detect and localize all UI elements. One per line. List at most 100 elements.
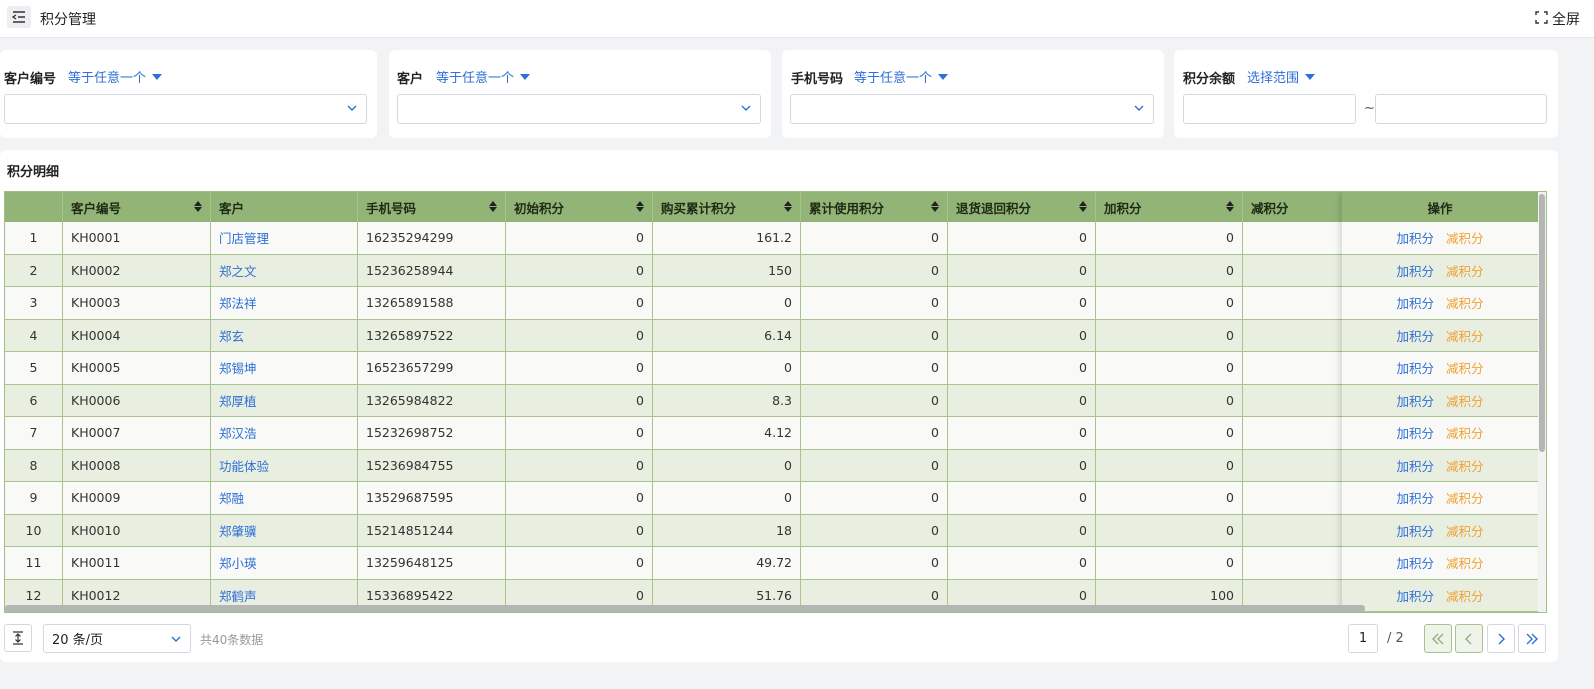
- subtract-points-link[interactable]: 减积分: [1446, 456, 1484, 475]
- fullscreen-button[interactable]: 全屏: [1535, 9, 1580, 29]
- subtract-points-link[interactable]: 减积分: [1446, 293, 1484, 312]
- balance-max-input[interactable]: [1375, 94, 1547, 124]
- actions-row: 加积分 减积分: [1342, 352, 1539, 385]
- cell-purchase-points: 18: [653, 514, 801, 547]
- sort-icon[interactable]: [1226, 201, 1234, 212]
- customer-code-select[interactable]: [4, 94, 367, 124]
- add-points-link[interactable]: 加积分: [1396, 358, 1434, 377]
- customer-link[interactable]: 郑法祥: [211, 287, 358, 320]
- actions-row: 加积分 减积分: [1342, 514, 1539, 547]
- add-points-link[interactable]: 加积分: [1396, 228, 1434, 247]
- column-header-initial-points[interactable]: 初始积分: [506, 192, 653, 225]
- customer-link[interactable]: 郑小瑛: [211, 547, 358, 580]
- cell-return-points: 0: [948, 352, 1096, 385]
- sort-icon[interactable]: [784, 201, 792, 212]
- column-header-customer-code[interactable]: 客户编号: [63, 192, 211, 225]
- sort-icon[interactable]: [931, 201, 939, 212]
- customer-link[interactable]: 功能体验: [211, 449, 358, 482]
- expand-toggle-button[interactable]: [4, 624, 32, 652]
- vertical-scrollbar[interactable]: [1539, 194, 1545, 452]
- cell-add-points: 0: [1096, 254, 1243, 287]
- customer-link[interactable]: 郑肇骥: [211, 514, 358, 547]
- column-header-label: 手机号码: [366, 201, 417, 217]
- customer-link[interactable]: 门店管理: [211, 222, 358, 255]
- sort-icon[interactable]: [194, 201, 202, 212]
- subtract-points-link[interactable]: 减积分: [1446, 488, 1484, 507]
- cell-phone: 13265891588: [358, 287, 506, 320]
- cell-return-points: 0: [948, 319, 1096, 352]
- chevron-down-icon: [1134, 105, 1144, 111]
- caret-down-icon: [152, 73, 163, 80]
- menu-fold-icon[interactable]: [7, 6, 31, 28]
- column-header-add-points[interactable]: 加积分: [1096, 192, 1243, 225]
- expand-icon: [13, 631, 23, 645]
- current-page-input[interactable]: 1: [1348, 624, 1378, 653]
- next-page-icon: [1498, 633, 1505, 644]
- actions-row: 加积分 减积分: [1342, 384, 1539, 417]
- table-row: 1 KH0001 门店管理 16235294299 0 161.2 0 0 0: [5, 222, 1391, 255]
- filter-operator-dropdown[interactable]: 等于任意一个: [854, 67, 949, 86]
- cell-customer-code: KH0007: [63, 417, 211, 450]
- subtract-points-link[interactable]: 减积分: [1446, 553, 1484, 572]
- add-points-link[interactable]: 加积分: [1396, 456, 1434, 475]
- filter-operator-label: 等于任意一个: [436, 71, 515, 86]
- filter-operator-dropdown[interactable]: 选择范围: [1247, 67, 1316, 86]
- customer-link[interactable]: 郑汉浩: [211, 417, 358, 450]
- add-points-link[interactable]: 加积分: [1396, 553, 1434, 572]
- filter-operator-dropdown[interactable]: 等于任意一个: [436, 67, 531, 86]
- add-points-link[interactable]: 加积分: [1396, 391, 1434, 410]
- add-points-link[interactable]: 加积分: [1396, 261, 1434, 280]
- column-header-used-points[interactable]: 累计使用积分: [801, 192, 948, 225]
- column-header-purchase-points[interactable]: 购买累计积分: [653, 192, 801, 225]
- add-points-link[interactable]: 加积分: [1396, 521, 1434, 540]
- page-size-select[interactable]: 20 条/页: [43, 624, 191, 653]
- horizontal-scrollbar[interactable]: [5, 605, 1365, 612]
- balance-min-input[interactable]: [1183, 94, 1356, 124]
- subtract-points-link[interactable]: 减积分: [1446, 423, 1484, 442]
- subtract-points-link[interactable]: 减积分: [1446, 261, 1484, 280]
- customer-link[interactable]: 郑玄: [211, 319, 358, 352]
- actions-column: 操作 加积分 减积分 加积分 减积分 加积分 减积分 加积分 减积分 加积分 减积分 加积分 减积分加…: [1342, 192, 1539, 612]
- cell-used-points: 0: [801, 514, 948, 547]
- add-points-link[interactable]: 加积分: [1396, 293, 1434, 312]
- subtract-points-link[interactable]: 减积分: [1446, 521, 1484, 540]
- subtract-points-link[interactable]: 减积分: [1446, 326, 1484, 345]
- column-header-phone[interactable]: 手机号码: [358, 192, 506, 225]
- column-header-index: [5, 192, 63, 225]
- cell-add-points: 0: [1096, 319, 1243, 352]
- prev-page-button[interactable]: [1455, 624, 1483, 653]
- actions-cell: 加积分 减积分: [1342, 514, 1539, 547]
- sort-icon[interactable]: [1079, 201, 1087, 212]
- sort-icon[interactable]: [636, 201, 644, 212]
- prev-page-icon: [1465, 633, 1472, 644]
- add-points-link[interactable]: 加积分: [1396, 488, 1434, 507]
- first-page-button[interactable]: [1424, 624, 1452, 653]
- panel-title: 积分明细: [7, 165, 60, 180]
- add-points-link[interactable]: 加积分: [1396, 423, 1434, 442]
- total-count: 共40条数据: [200, 633, 264, 647]
- cell-return-points: 0: [948, 449, 1096, 482]
- cell-phone: 16523657299: [358, 352, 506, 385]
- cell-return-points: 0: [948, 417, 1096, 450]
- add-points-link[interactable]: 加积分: [1396, 586, 1434, 605]
- last-page-button[interactable]: [1518, 624, 1546, 653]
- next-page-button[interactable]: [1487, 624, 1515, 653]
- cell-return-points: 0: [948, 514, 1096, 547]
- subtract-points-link[interactable]: 减积分: [1446, 228, 1484, 247]
- add-points-link[interactable]: 加积分: [1396, 326, 1434, 345]
- customer-select[interactable]: [397, 94, 761, 124]
- cell-return-points: 0: [948, 287, 1096, 320]
- customer-link[interactable]: 郑之文: [211, 254, 358, 287]
- subtract-points-link[interactable]: 减积分: [1446, 586, 1484, 605]
- filter-operator-dropdown[interactable]: 等于任意一个: [68, 67, 163, 86]
- customer-link[interactable]: 郑锡坤: [211, 352, 358, 385]
- subtract-points-link[interactable]: 减积分: [1446, 391, 1484, 410]
- subtract-points-link[interactable]: 减积分: [1446, 358, 1484, 377]
- filter-customer: 客户 等于任意一个: [389, 50, 771, 138]
- cell-purchase-points: 0: [653, 449, 801, 482]
- customer-link[interactable]: 郑厚植: [211, 384, 358, 417]
- sort-icon[interactable]: [489, 201, 497, 212]
- customer-link[interactable]: 郑融: [211, 482, 358, 515]
- phone-select[interactable]: [790, 94, 1154, 124]
- column-header-return-points[interactable]: 退货退回积分: [948, 192, 1096, 225]
